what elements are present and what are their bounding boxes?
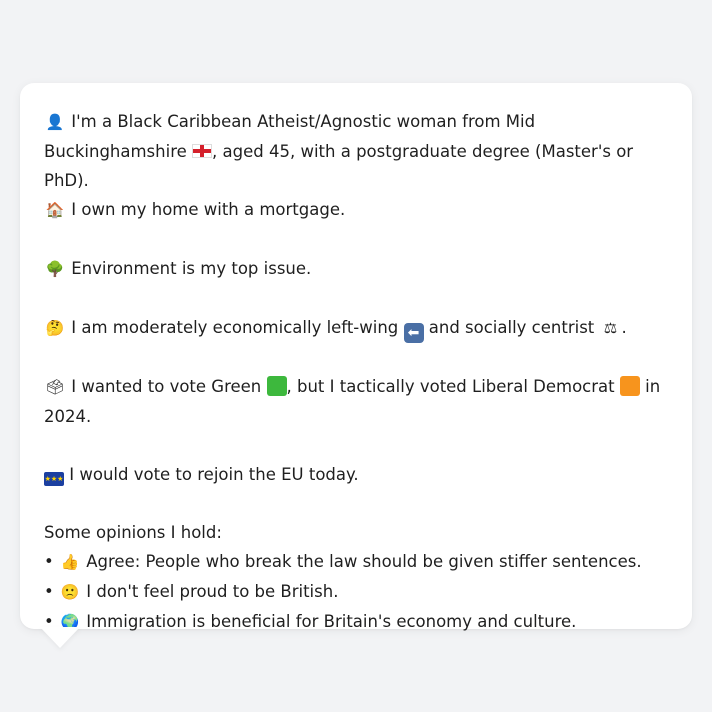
identity-text-2a: Buckinghamshire <box>44 142 193 161</box>
identity-line-1: 👤 I'm a Black Caribbean Atheist/Agnostic… <box>44 107 668 137</box>
orange-square-icon <box>619 376 640 396</box>
opinion-item: • 🌍 Immigration is beneficial for Britai… <box>44 607 668 637</box>
frowning-face-icon: 🙁 <box>60 583 80 601</box>
opinions-header: Some opinions I hold: <box>44 523 222 542</box>
housing-line: 🏠 I own my home with a mortgage. <box>44 195 668 225</box>
green-square-icon <box>266 376 287 396</box>
vote-text-c: in <box>639 377 661 396</box>
opinion-item: • 🙁 I don't feel proud to be British. <box>44 577 668 607</box>
left-arrow-icon: ⬅ <box>403 323 424 343</box>
thumbs-up-icon: 👍 <box>60 553 80 571</box>
profile-card: 👤 I'm a Black Caribbean Atheist/Agnostic… <box>20 83 692 631</box>
identity-line-2: Buckinghamshire , aged 45, with a postgr… <box>44 137 668 195</box>
house-icon: 🏠 <box>45 201 65 219</box>
england-flag-icon <box>192 144 213 158</box>
bullet: • <box>44 582 59 601</box>
ideology-line: 🤔 I am moderately economically left-wing… <box>44 313 668 343</box>
ideology-text-a: I am moderately economically left-wing <box>66 318 404 337</box>
opinion-text: I don't feel proud to be British. <box>80 582 339 601</box>
ideology-text-c: . <box>621 318 627 337</box>
ideology-text-b: and socially centrist <box>423 318 600 337</box>
top-issue-line: 🌳 Environment is my top issue. <box>44 254 668 284</box>
person-icon: 👤 <box>45 113 65 131</box>
ballot-box-icon: 🗳 <box>45 378 65 396</box>
identity-text-1: I'm a Black Caribbean Atheist/Agnostic w… <box>66 112 536 131</box>
vote-text-b: , but I tactically voted Liberal Democra… <box>286 377 620 396</box>
eu-flag-icon: ★★★ <box>44 472 64 486</box>
top-issue-text: Environment is my top issue. <box>66 259 312 278</box>
vote-text-a: I wanted to vote Green <box>66 377 267 396</box>
eu-text: I would vote to rejoin the EU today. <box>64 465 359 484</box>
thinking-face-icon: 🤔 <box>45 319 65 337</box>
housing-text: I own my home with a mortgage. <box>66 200 346 219</box>
opinion-text: Immigration is beneficial for Britain's … <box>80 612 577 631</box>
bullet: • <box>44 552 59 571</box>
vote-text-d: 2024. <box>44 407 92 426</box>
vote-line-2: 2024. <box>44 402 668 431</box>
opinion-text: Agree: People who break the law should b… <box>80 552 642 571</box>
opinion-item: • 👍 Agree: People who break the law shou… <box>44 547 668 577</box>
balance-scale-icon: ⚖ <box>603 319 618 337</box>
tree-icon: 🌳 <box>45 260 65 278</box>
speech-bubble-tail <box>40 627 80 648</box>
vote-line-1: 🗳 I wanted to vote Green , but I tactica… <box>44 372 668 402</box>
eu-line: ★★★ I would vote to rejoin the EU today. <box>44 460 668 489</box>
